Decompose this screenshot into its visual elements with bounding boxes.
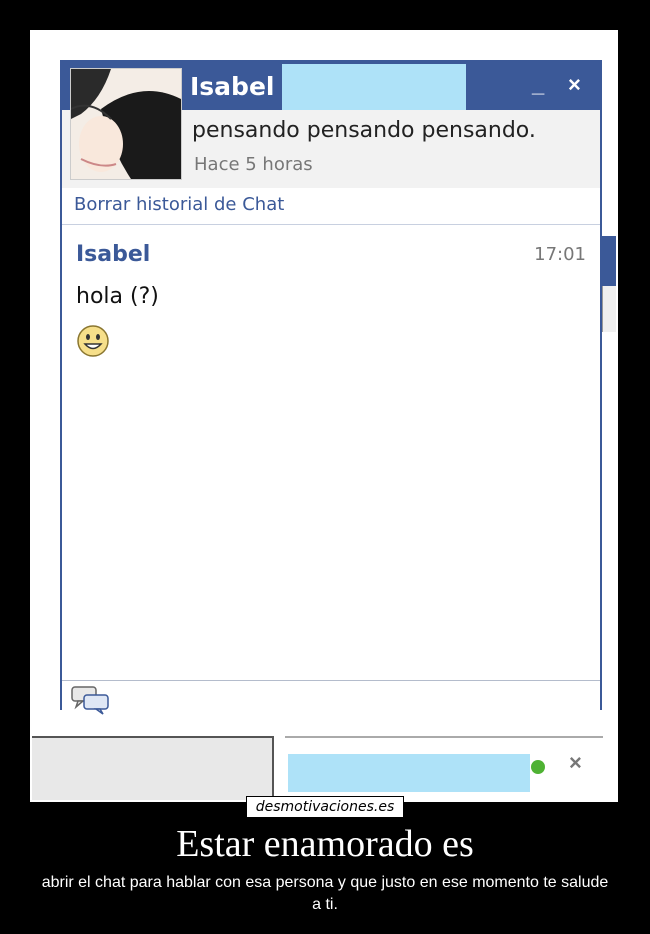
chat-window: Isabel _ × pensando pensando pensando. H…	[60, 60, 602, 715]
message-text: hola (?)	[76, 284, 159, 309]
clear-history-bar: Borrar historial de Chat	[62, 188, 600, 225]
smiley-face-icon	[76, 324, 110, 363]
message-area[interactable]: Isabel 17:01 hola (?)	[62, 228, 600, 678]
status-message: pensando pensando pensando.	[192, 118, 536, 143]
redaction-block	[282, 64, 466, 110]
message-input[interactable]	[62, 680, 600, 715]
clear-history-link[interactable]: Borrar historial de Chat	[74, 194, 284, 215]
status-time: Hace 5 horas	[194, 154, 313, 175]
contact-name[interactable]: Isabel	[190, 72, 274, 101]
scrollbar-thumb[interactable]	[602, 286, 616, 332]
minimize-button[interactable]: _	[532, 72, 544, 98]
message-time: 17:01	[534, 244, 586, 265]
chat-dock-item[interactable]: ×	[285, 736, 603, 800]
poster-headline: Estar enamorado es	[176, 823, 474, 865]
close-button[interactable]: ×	[568, 72, 581, 98]
poster-caption: abrir el chat para hablar con esa person…	[41, 874, 609, 913]
watermark: desmotivaciones.es	[246, 796, 404, 818]
dock-close-button[interactable]: ×	[569, 750, 582, 776]
message-sender[interactable]: Isabel	[76, 242, 150, 267]
online-status-icon	[531, 760, 545, 774]
redaction-block	[288, 754, 530, 792]
chat-dock-tab[interactable]	[32, 736, 274, 800]
poster-frame: Isabel _ × pensando pensando pensando. H…	[30, 30, 618, 802]
avatar[interactable]	[70, 68, 182, 180]
chat-bubbles-icon	[70, 685, 112, 720]
